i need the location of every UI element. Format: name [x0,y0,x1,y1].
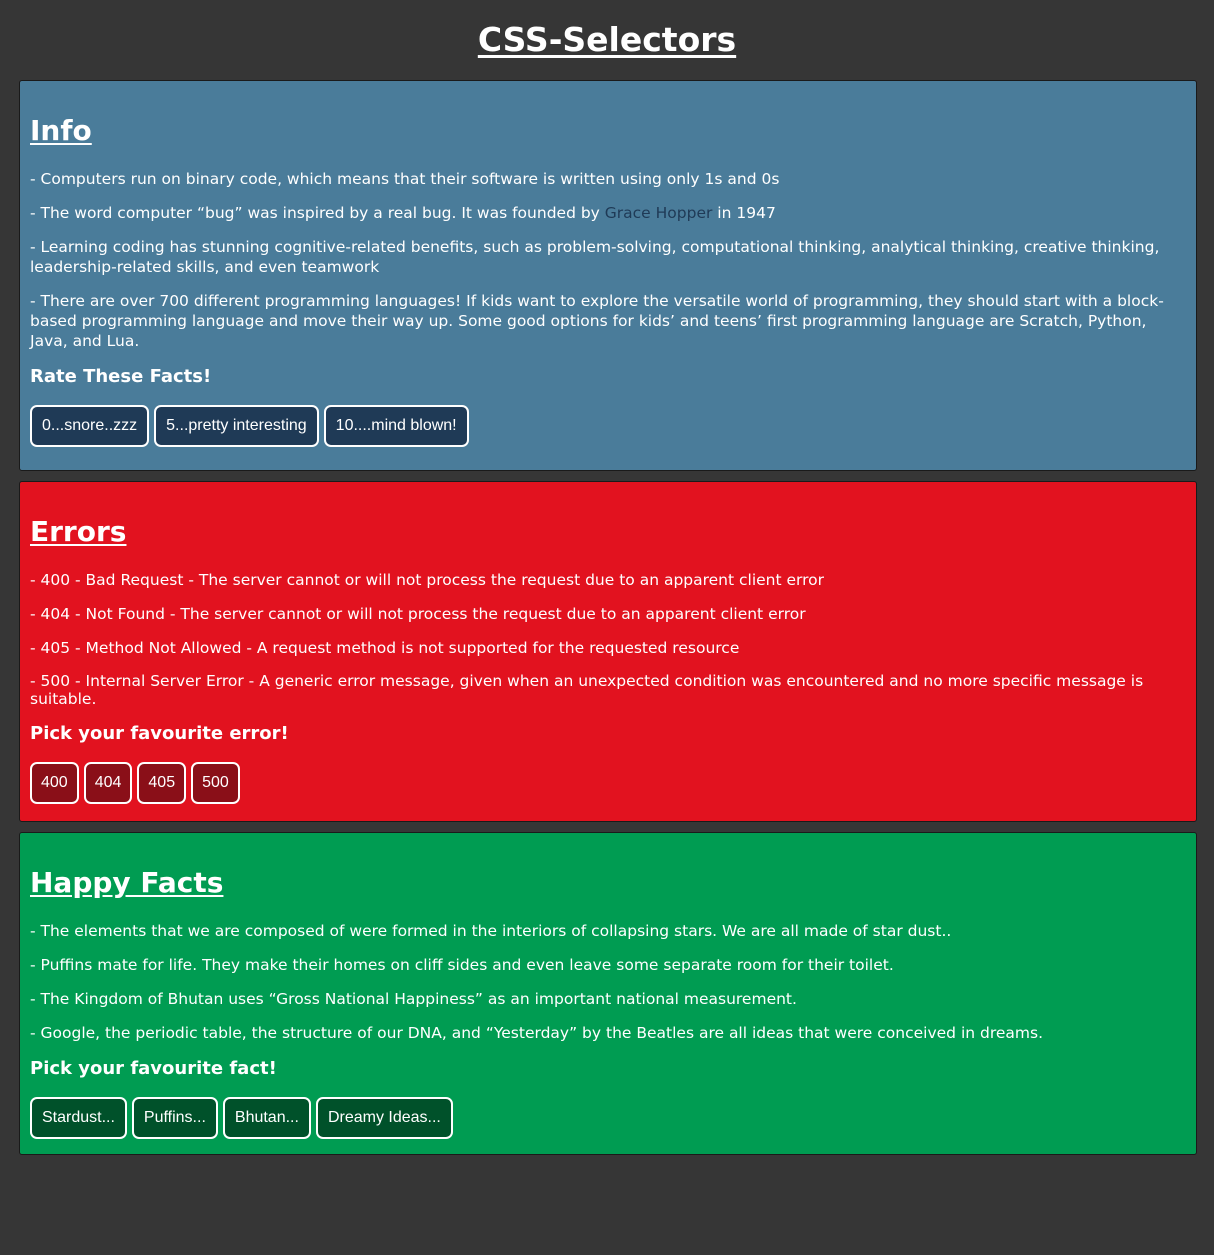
happy-facts-panel: Happy Facts - The elements that we are c… [19,832,1197,1155]
page-title: CSS-Selectors [477,20,737,59]
rating-button-0[interactable]: 0...snore..zzz [30,405,150,447]
info-fact: - Learning coding has stunning cognitive… [30,238,1160,276]
happy-fact-buttons: Stardust... Puffins... Bhutan... Dreamy … [30,1097,1186,1139]
error-buttons: 400 404 405 500 [30,762,1186,804]
errors-panel: Errors - 400 - Bad Request - The server … [19,481,1197,822]
puffins-button[interactable]: Puffins... [131,1097,218,1139]
stardust-button[interactable]: Stardust... [30,1097,127,1139]
rating-button-5[interactable]: 5...pretty interesting [154,405,319,447]
info-fact: - The word computer “bug” was inspired b… [30,203,1186,223]
error-button-400[interactable]: 400 [30,762,79,804]
bhutan-button[interactable]: Bhutan... [222,1097,311,1139]
error-fact: - 404 - Not Found - The server cannot or… [30,605,806,623]
info-panel: Info - Computers run on binary code, whi… [19,80,1197,471]
info-facts: - Computers run on binary code, which me… [30,169,1186,447]
error-fact: - 500 - Internal Server Error - A generi… [30,672,1144,708]
happy-fact: - Puffins mate for life. They make their… [30,956,894,974]
info-fact-text: in 1947 [712,204,776,222]
happy-fact: - Google, the periodic table, the struct… [30,1024,1044,1042]
happy-facts-heading: Happy Facts [30,866,224,899]
grace-hopper-link[interactable]: Grace Hopper [605,204,713,222]
rating-buttons: 0...snore..zzz 5...pretty interesting 10… [30,405,1186,447]
info-fact: - There are over 700 different programmi… [30,292,1164,350]
rating-button-10[interactable]: 10....mind blown! [323,405,469,447]
info-fact-text: - The word computer “bug” was inspired b… [30,204,605,222]
errors-facts: - 400 - Bad Request - The server cannot … [30,570,1186,804]
info-fact: - Computers run on binary code, which me… [30,170,780,188]
happy-fact: - The elements that we are composed of w… [30,922,952,940]
errors-heading: Errors [30,515,127,548]
happy-facts: - The elements that we are composed of w… [30,921,1186,1139]
error-button-405[interactable]: 405 [137,762,187,804]
favourite-fact-prompt: Pick your favourite fact! [30,1058,277,1079]
info-heading: Info [30,114,92,147]
error-button-404[interactable]: 404 [83,762,133,804]
rate-facts-prompt: Rate These Facts! [30,366,212,387]
dreamy-ideas-button[interactable]: Dreamy Ideas... [315,1097,453,1139]
error-fact: - 405 - Method Not Allowed - A request m… [30,639,740,657]
error-button-500[interactable]: 500 [191,762,240,804]
error-fact: - 400 - Bad Request - The server cannot … [30,571,825,589]
favourite-error-prompt: Pick your favourite error! [30,723,289,744]
happy-fact: - The Kingdom of Bhutan uses “Gross Nati… [30,990,797,1008]
